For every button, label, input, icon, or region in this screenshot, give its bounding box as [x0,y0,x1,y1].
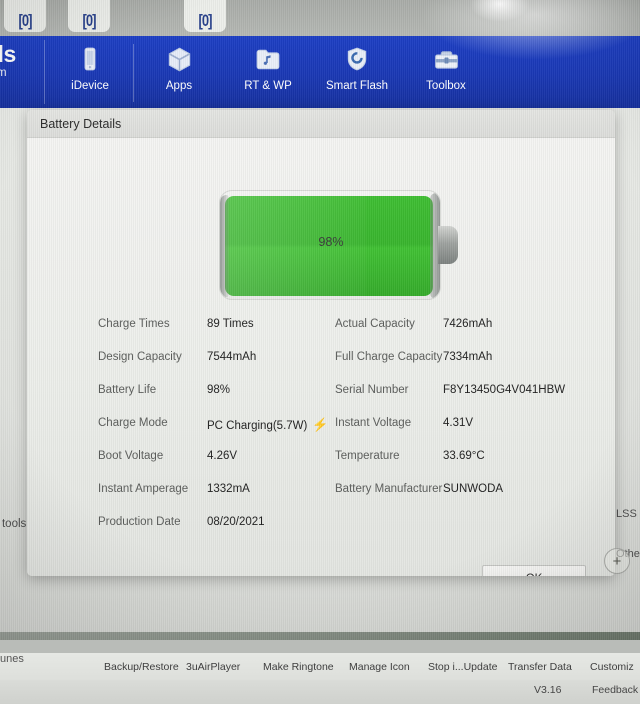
dialog-titlebar: Battery Details [27,110,615,138]
ribbon-item-toolbox[interactable]: Toolbox [400,44,492,104]
bottom-link-backup-restore[interactable]: Backup/Restore [104,661,179,673]
bottom-link-stop-i-update[interactable]: Stop i...Update [428,661,497,673]
os-tab-strip: [0] [0] [0] [0,0,640,40]
photographed-screen-backdrop: [0] [0] [0] ols com iDevice Apps RT & WP Smar… [0,0,640,704]
right-partial-label-lss: LSS [616,508,637,520]
charging-bolt-icon: ⚡ [312,417,329,432]
battery-shell: 98% [219,190,441,300]
ribbon-item-label: iDevice [71,80,109,92]
field-value: 7544mAh [207,351,257,363]
os-tab-3[interactable]: [0] [184,0,226,32]
field-label: Temperature [335,450,400,462]
field-value: 98% [207,384,231,396]
brand-line-1: ols [0,41,16,67]
field-label: Charge Times [98,318,170,330]
app-ribbon-toolbar: ols com iDevice Apps RT & WP Smart Flash Too… [0,36,640,108]
idevice-icon [77,44,103,74]
ribbon-item-label: Toolbox [426,80,466,92]
field-value: SUNWODA [443,483,504,495]
field-label: Full Charge Capacity [335,351,443,363]
toolbox-icon [433,44,460,74]
field-label: Instant Voltage [335,417,412,429]
bottom-link-transfer-data[interactable]: Transfer Data [508,661,572,673]
plus-badge-icon: + [604,548,630,574]
ribbon-item-apps[interactable]: Apps [133,44,225,104]
field-label: Serial Number [335,384,409,396]
brand-line-2: com [0,65,7,80]
field-value: F8Y13450G4V041HBW [443,384,566,396]
smart-flash-shield-icon [344,44,370,74]
field-label: Production Date [98,516,181,528]
field-value: 33.69°C [443,450,485,462]
bottom-link-3uairplayer[interactable]: 3uAirPlayer [186,661,240,673]
bottom-function-bar: Backup/Restore 3uAirPlayer Make Ringtone Ma… [0,653,640,683]
os-tab-2[interactable]: [0] [68,0,110,32]
field-label: Boot Voltage [98,450,164,462]
field-label: Battery Manufacturer [335,483,443,495]
field-label: Charge Mode [98,417,168,429]
battery-terminal-cap [438,226,458,264]
phone-tab-icon: [0] [82,11,97,30]
phone-tab-icon: [0] [18,11,33,30]
field-label: Battery Life [98,384,157,396]
apps-cube-icon [166,44,193,74]
phone-tab-icon: [0] [198,11,213,30]
itunes-partial-label: unes [0,653,24,665]
dialog-content: 98% Charge Times 89 Times Design Capacity 7… [27,138,615,576]
battery-percent-label: 98% [318,235,344,249]
bottom-link-manage-icon[interactable]: Manage Icon [349,661,410,673]
battery-graphic: 98% [219,190,464,300]
ribbon-item-idevice[interactable]: iDevice [44,44,136,104]
ribbon-item-label: Smart Flash [326,80,388,92]
sidebar-partial-label: on tools [0,518,27,530]
bottom-link-customiz[interactable]: Customiz [590,661,634,673]
ribbon-item-rt-wp[interactable]: RT & WP [222,44,314,104]
ok-button[interactable]: OK [482,565,586,576]
battery-details-dialog: Battery Details 98% Charge Times 89 Times… [27,110,615,576]
field-label: Actual Capacity [335,318,415,330]
ribbon-item-smart-flash[interactable]: Smart Flash [311,44,403,104]
ringtone-wallpaper-icon [255,44,281,74]
bottom-link-make-ringtone[interactable]: Make Ringtone [263,661,334,673]
field-label: Design Capacity [98,351,182,363]
os-tab-1[interactable]: [0] [4,0,46,32]
field-value: 7426mAh [443,318,493,330]
version-label: V3.16 [534,684,562,696]
dialog-title-text: Battery Details [40,117,122,131]
field-value: 1332mA [207,483,250,495]
ribbon-item-label: RT & WP [244,80,292,92]
field-value: 4.31V [443,417,474,429]
feedback-link[interactable]: Feedback [592,684,638,696]
field-value: 89 Times [207,318,254,330]
field-value: 08/20/2021 [207,516,265,528]
app-brand-logo: ols com [0,42,16,79]
field-value: 4.26V [207,450,238,462]
ribbon-item-label: Apps [165,80,193,92]
field-value: 7334mAh [443,351,493,363]
field-value: PC Charging(5.7W) ⚡ [207,417,329,432]
field-label: Instant Amperage [98,483,189,495]
